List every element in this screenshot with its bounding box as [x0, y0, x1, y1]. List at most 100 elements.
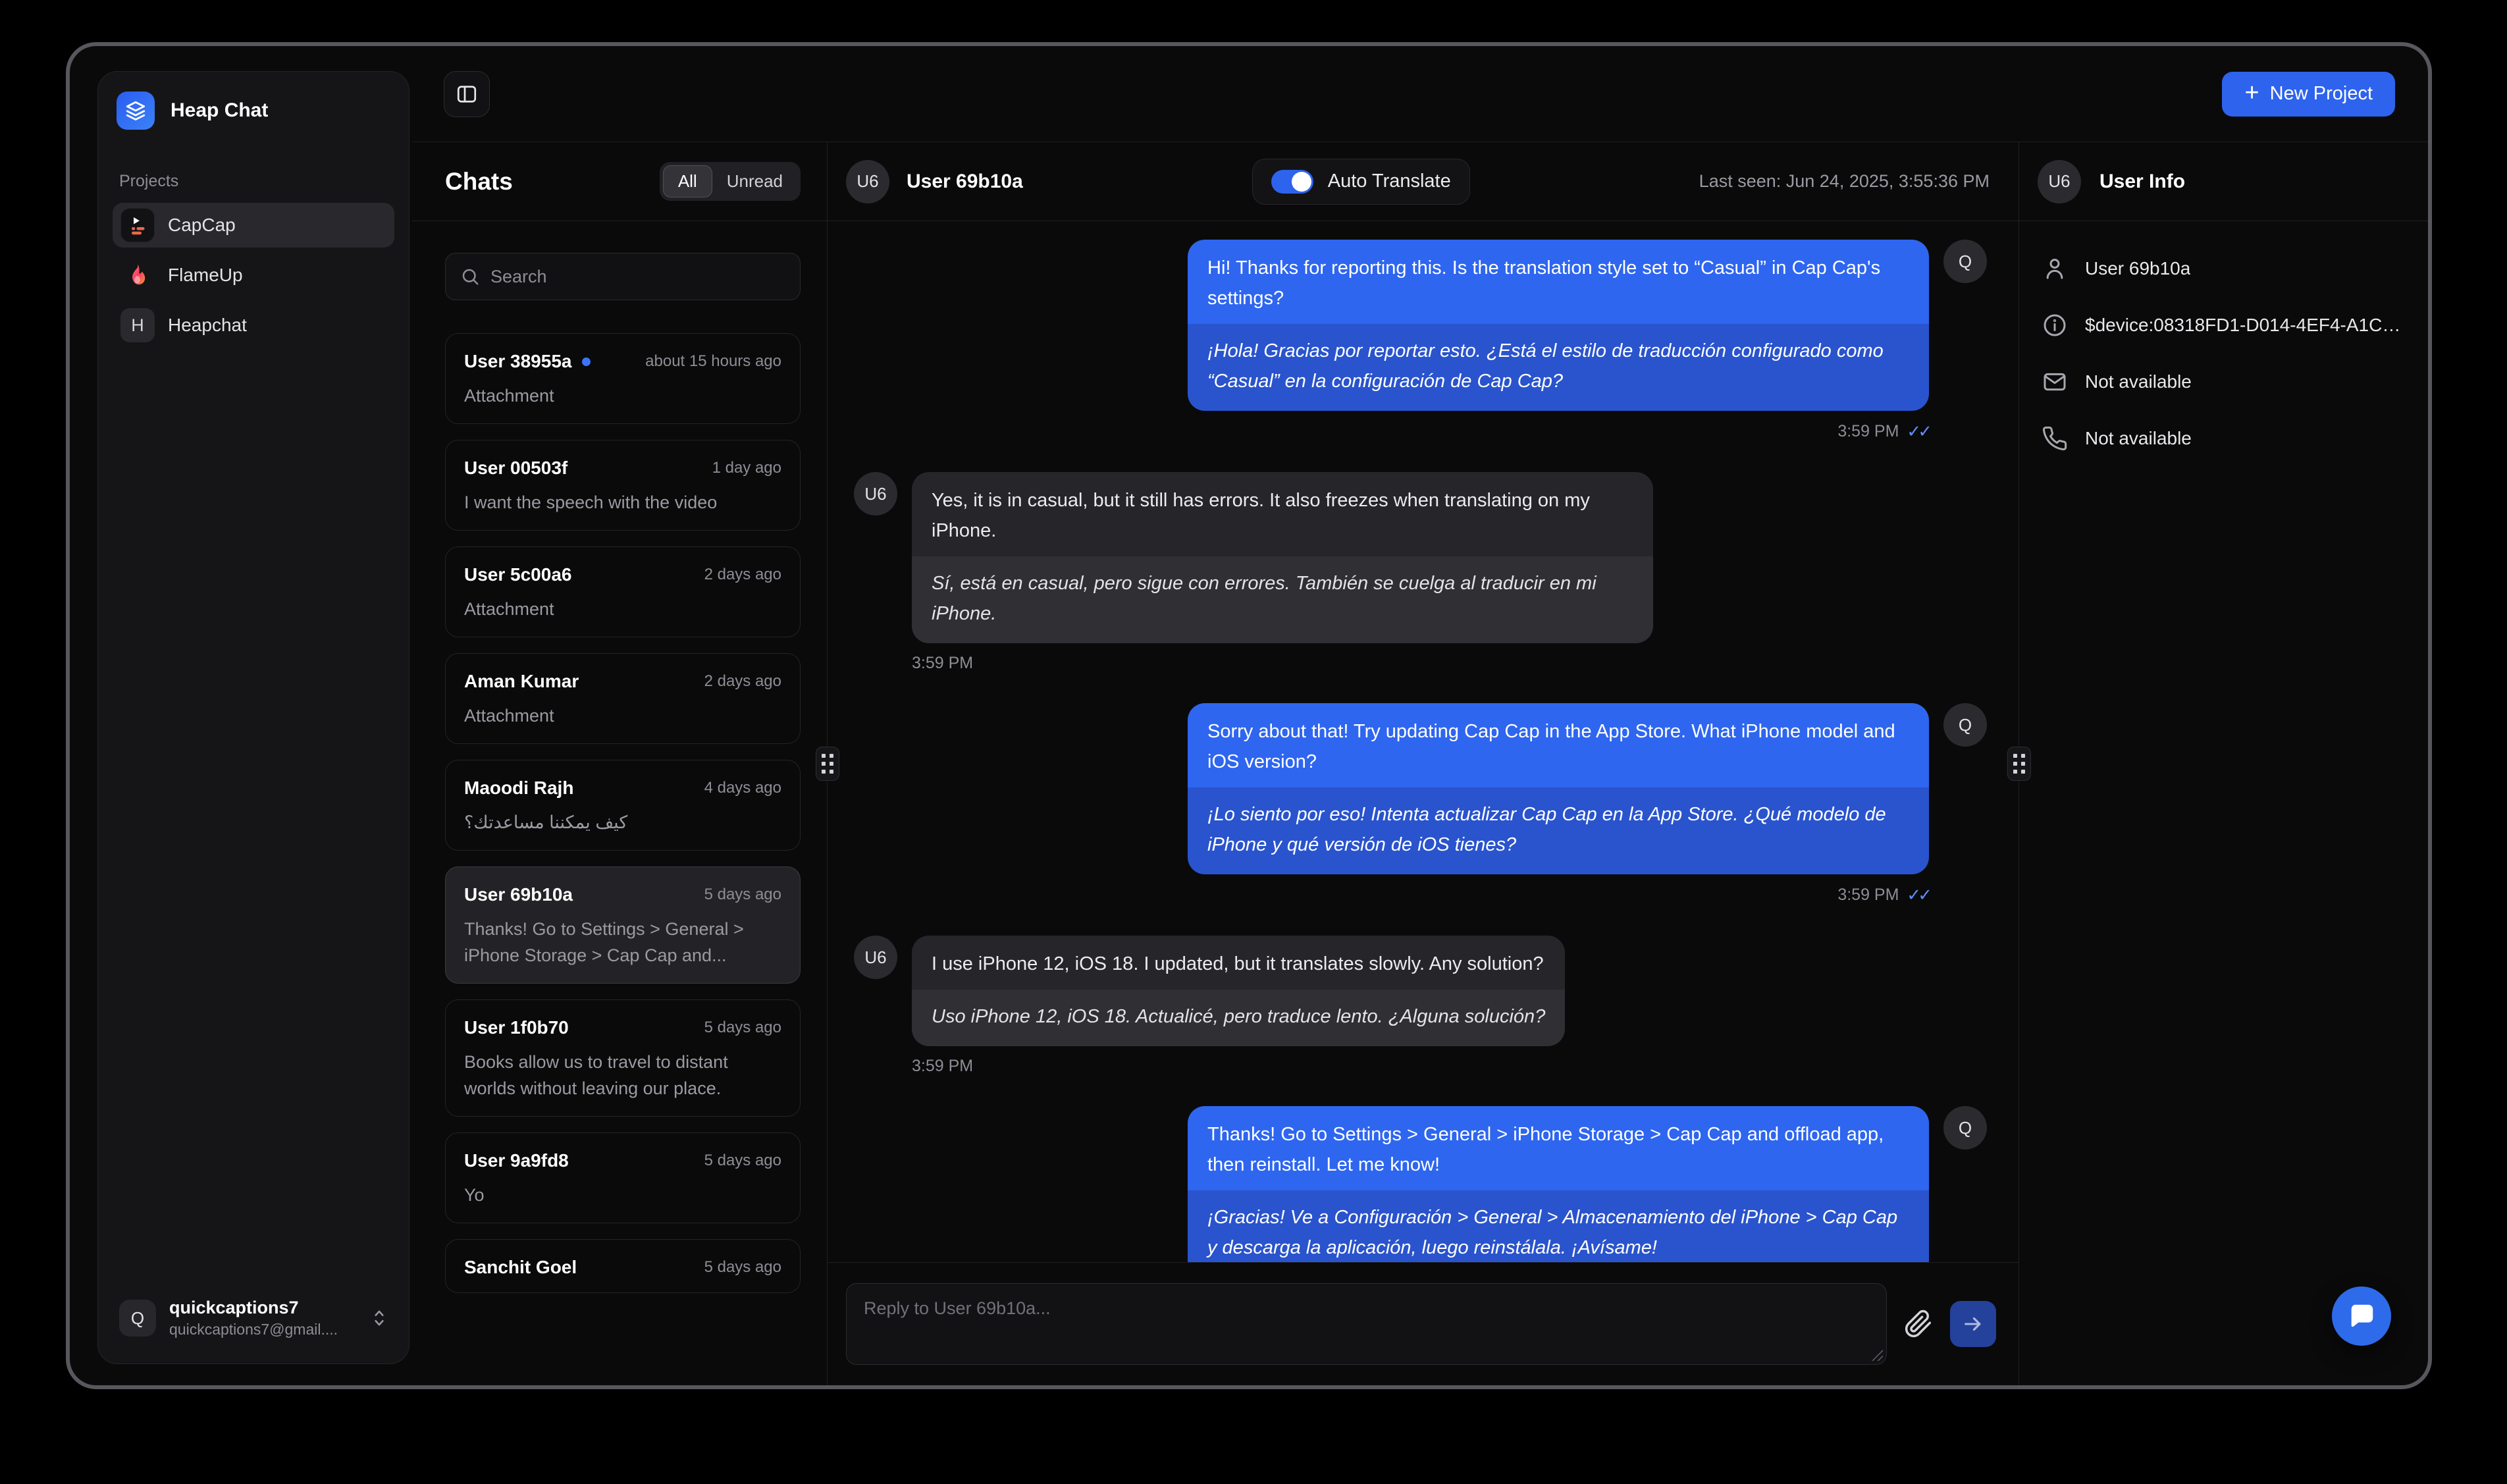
search-input[interactable]: [490, 267, 785, 287]
chat-list-item[interactable]: User 69b10a 5 days ago Thanks! Go to Set…: [445, 866, 801, 984]
reply-input[interactable]: [846, 1283, 1887, 1365]
chat-list-item[interactable]: User 9a9fd8 5 days ago Yo: [445, 1132, 801, 1223]
chat-name: User 38955a: [464, 351, 571, 372]
project-name: CapCap: [168, 215, 236, 236]
message-time: 3:59 PM: [1837, 422, 1899, 441]
flameup-project-icon: [120, 258, 155, 292]
toggle-knob: [1292, 172, 1311, 192]
search-icon: [460, 267, 480, 286]
projects-section-label: Projects: [113, 172, 394, 191]
message-bubble: Sorry about that! Try updating Cap Cap i…: [1188, 703, 1929, 874]
message-text: Yes, it is in casual, but it still has e…: [912, 472, 1653, 556]
top-toolbar: + New Project: [412, 46, 2428, 142]
chat-name: Maoodi Rajh: [464, 778, 573, 799]
account-avatar: Q: [119, 1300, 156, 1337]
message-avatar: U6: [854, 472, 897, 516]
user-info-email: Not available: [2085, 371, 2192, 392]
message-group: Q Thanks! Go to Settings > General > iPh…: [854, 1106, 1987, 1262]
message-avatar: Q: [1943, 1106, 1987, 1150]
message-group: U6 I use iPhone 12, iOS 18. I updated, b…: [854, 936, 1987, 1076]
chat-list: User 38955a about 15 hours ago Attachmen…: [445, 333, 801, 1293]
read-receipt-icon: ✓✓: [1907, 885, 1929, 905]
chat-preview: Books allow us to travel to distant worl…: [464, 1049, 781, 1101]
panel-resize-handle-left[interactable]: [816, 747, 839, 781]
message-translation: ¡Gracias! Ve a Configuración > General >…: [1188, 1190, 1929, 1262]
chat-preview: I want the speech with the video: [464, 489, 781, 516]
attachment-button[interactable]: [1904, 1310, 1933, 1338]
app-window: Heap Chat Projects CapCap: [66, 42, 2432, 1389]
peer-name: User 69b10a: [907, 171, 1023, 193]
chat-search: [445, 253, 801, 300]
chat-filter-segmented-control: All Unread: [660, 162, 801, 201]
chat-preview: Yo: [464, 1182, 781, 1208]
user-info-name: User 69b10a: [2085, 258, 2190, 279]
chat-timestamp: 2 days ago: [704, 566, 781, 584]
chat-list-item[interactable]: User 38955a about 15 hours ago Attachmen…: [445, 333, 801, 424]
message-group: U6 Yes, it is in casual, but it still ha…: [854, 472, 1987, 673]
message-bubble: Hi! Thanks for reporting this. Is the tr…: [1188, 240, 1929, 411]
message-translation: ¡Lo siento por eso! Intenta actualizar C…: [1188, 787, 1929, 874]
chat-preview: كيف يمكننا مساعدتك؟: [464, 809, 781, 835]
user-info-device-row: $device:08318FD1-D014-4EF4-A1CA-29...: [2042, 312, 2402, 338]
send-button[interactable]: [1950, 1301, 1996, 1347]
chat-name: User 5c00a6: [464, 564, 571, 585]
message-bubble: Thanks! Go to Settings > General > iPhon…: [1188, 1106, 1929, 1262]
send-arrow-icon: [1962, 1313, 1984, 1335]
message-translation: ¡Hola! Gracias por reportar esto. ¿Está …: [1188, 324, 1929, 411]
chat-timestamp: 1 day ago: [712, 459, 781, 477]
chat-list-item[interactable]: User 1f0b70 5 days ago Books allow us to…: [445, 999, 801, 1117]
new-project-button[interactable]: + New Project: [2222, 72, 2395, 117]
user-info-avatar: U6: [2038, 160, 2081, 203]
paperclip-icon: [1904, 1310, 1933, 1338]
message-avatar: U6: [854, 936, 897, 979]
sidebar-toggle-button[interactable]: [444, 71, 490, 117]
auto-translate-label: Auto Translate: [1328, 171, 1451, 192]
message-time: 3:59 PM: [1837, 886, 1899, 905]
chat-name: Sanchit Goel: [464, 1257, 577, 1278]
panel-resize-handle-right[interactable]: [2007, 747, 2031, 781]
chat-timestamp: 4 days ago: [704, 779, 781, 797]
message-time: 3:59 PM: [912, 654, 973, 673]
chat-list-item[interactable]: Sanchit Goel 5 days ago: [445, 1239, 801, 1293]
chat-bubble-icon: [2346, 1301, 2377, 1331]
chat-name: User 1f0b70: [464, 1017, 569, 1038]
chat-list-item[interactable]: Aman Kumar 2 days ago Attachment: [445, 653, 801, 744]
chat-name: Aman Kumar: [464, 671, 579, 692]
chats-heading: Chats: [445, 168, 513, 196]
message-scroll-area[interactable]: Q Hi! Thanks for reporting this. Is the …: [828, 221, 2019, 1262]
sidebar-item-heapchat[interactable]: H Heapchat: [113, 303, 394, 348]
user-info-email-row: Not available: [2042, 369, 2402, 395]
person-icon: [2042, 255, 2068, 282]
account-name: quickcaptions7: [169, 1298, 357, 1318]
message-translation: Sí, está en casual, pero sigue con error…: [912, 556, 1653, 643]
auto-translate-toggle[interactable]: [1271, 170, 1313, 194]
account-email: quickcaptions7@gmail....: [169, 1321, 357, 1338]
sidebar-item-flameup[interactable]: FlameUp: [113, 253, 394, 298]
message-avatar: Q: [1943, 703, 1987, 747]
conversation-panel: U6 User 69b10a Auto Translate Last seen:…: [828, 142, 2019, 1385]
phone-icon: [2042, 425, 2068, 452]
chat-list-item[interactable]: User 00503f 1 day ago I want the speech …: [445, 440, 801, 531]
chat-list-item[interactable]: Maoodi Rajh 4 days ago كيف يمكننا مساعدت…: [445, 760, 801, 851]
message-avatar: Q: [1943, 240, 1987, 283]
support-chat-button[interactable]: [2332, 1286, 2391, 1346]
capcap-project-icon: [120, 208, 155, 242]
chat-preview: Attachment: [464, 702, 781, 729]
sidebar-item-capcap[interactable]: CapCap: [113, 203, 394, 248]
unread-dot: [582, 358, 591, 366]
read-receipt-icon: ✓✓: [1907, 421, 1929, 442]
project-name: FlameUp: [168, 265, 243, 286]
heap-chat-logo-icon: [117, 92, 155, 130]
heapchat-project-icon: H: [120, 308, 155, 342]
sidebar-region: Heap Chat Projects CapCap: [70, 46, 412, 1385]
user-info-title: User Info: [2099, 171, 2185, 193]
account-switcher[interactable]: Q quickcaptions7 quickcaptions7@gmail...…: [113, 1288, 394, 1348]
filter-all-button[interactable]: All: [663, 165, 712, 198]
project-name: Heapchat: [168, 315, 247, 336]
sidebar: Heap Chat Projects CapCap: [97, 71, 409, 1364]
chat-list-item[interactable]: User 5c00a6 2 days ago Attachment: [445, 546, 801, 637]
message-translation: Uso iPhone 12, iOS 18. Actualicé, pero t…: [912, 990, 1565, 1046]
filter-unread-button[interactable]: Unread: [712, 166, 797, 197]
chat-timestamp: 5 days ago: [704, 1258, 781, 1277]
last-seen-status: Last seen: Jun 24, 2025, 3:55:36 PM: [1699, 171, 1990, 192]
